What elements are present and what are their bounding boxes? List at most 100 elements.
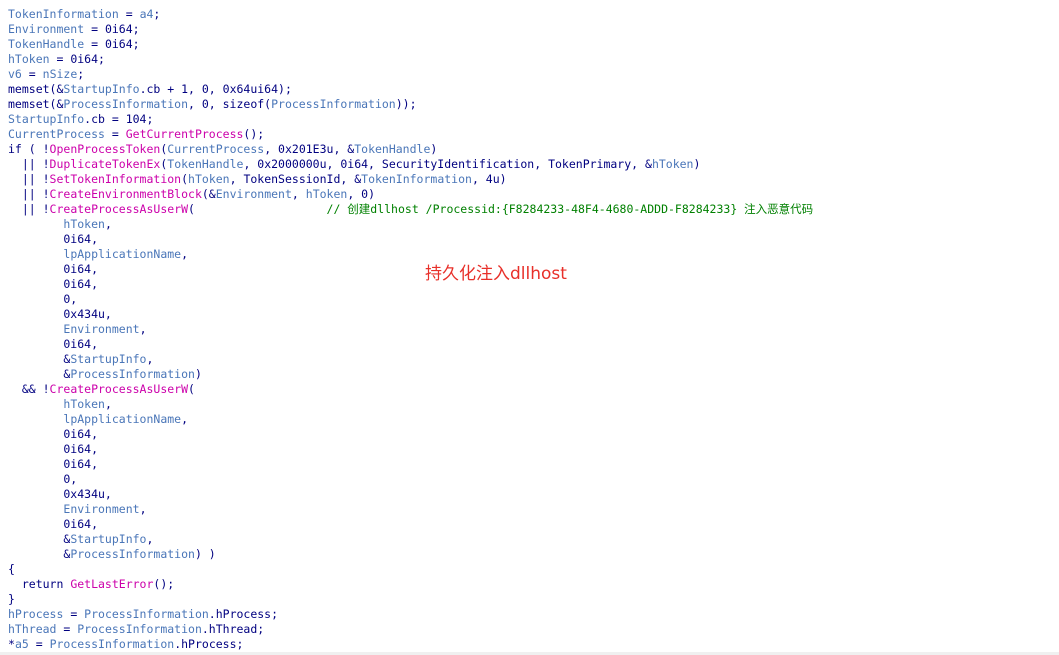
code-token: , (104, 397, 112, 411)
code-token: , TokenSessionId, & (229, 172, 362, 186)
code-line: TokenInformation = a4; (8, 7, 813, 22)
code-token: , (139, 502, 147, 516)
code-identifier: a5 (14, 637, 29, 651)
code-token: , 0) (347, 187, 376, 201)
code-identifier: ProcessInformation (271, 97, 396, 111)
code-token: .hThread; (201, 622, 265, 636)
code-token: 0x434u, (8, 307, 112, 321)
code-line: Environment = 0i64; (8, 22, 813, 37)
code-identifier: hToken (8, 52, 50, 66)
code-line: v6 = nSize; (8, 67, 813, 82)
code-comment: // 创建dllhost /Processid:{F8284233-48F4-4… (326, 202, 814, 216)
code-token: , (181, 412, 189, 426)
code-identifier: ProcessInformation (63, 97, 189, 111)
code-token: ) (194, 367, 202, 381)
code-token: , (139, 322, 147, 336)
code-token: || ! (8, 172, 50, 186)
code-line: 0i64, (8, 517, 813, 532)
code-identifier: hToken (305, 187, 348, 201)
code-token: .hProcess; (174, 637, 244, 651)
code-line: StartupInfo.cb = 104; (8, 112, 813, 127)
code-line: hProcess = ProcessInformation.hProcess; (8, 607, 813, 622)
code-token: 0, (8, 292, 78, 306)
code-token: & (8, 547, 71, 561)
code-identifier: hToken (63, 397, 105, 411)
code-identifier: lpApplicationName (63, 412, 182, 426)
code-token: .cb + 1, 0, 0x64ui64); (139, 82, 292, 96)
code-token: = (63, 607, 85, 621)
code-token: 0i64, (8, 457, 99, 471)
code-function: CreateEnvironmentBlock (49, 187, 202, 201)
code-line: || !SetTokenInformation(hToken, TokenSes… (8, 172, 813, 187)
code-token: 0i64, (8, 517, 99, 531)
code-line: &StartupInfo, (8, 532, 813, 547)
code-line: 0i64, (8, 277, 813, 292)
code-identifier: CurrentProcess (167, 142, 265, 156)
code-token: 0i64, (8, 262, 99, 276)
code-line: &ProcessInformation) (8, 367, 813, 382)
code-token: memset(& (8, 97, 64, 111)
code-function: CreateProcessAsUserW (49, 202, 189, 216)
code-token: || ! (8, 187, 50, 201)
code-function: GetLastError (70, 577, 154, 591)
code-token: || ! (8, 157, 50, 171)
code-line: &StartupInfo, (8, 352, 813, 367)
code-identifier: ProcessInformation (70, 547, 195, 561)
code-token: & (8, 367, 71, 381)
code-line: || !CreateProcessAsUserW( // 创建dllhost /… (8, 202, 813, 217)
code-identifier: Environment (63, 322, 140, 336)
code-line: 0, (8, 472, 813, 487)
code-identifier: TokenHandle (354, 142, 431, 156)
code-token: = (21, 67, 43, 81)
code-token: = (28, 637, 50, 651)
code-token: = (118, 7, 140, 21)
code-line: TokenHandle = 0i64; (8, 37, 813, 52)
code-identifier: TokenInformation (361, 172, 472, 186)
code-line: 0i64, (8, 337, 813, 352)
code-line: 0i64, (8, 427, 813, 442)
code-identifier: ProcessInformation (49, 637, 175, 651)
code-function: OpenProcessToken (49, 142, 161, 156)
code-identifier: StartupInfo (8, 112, 85, 126)
code-identifier: hProcess (8, 607, 64, 621)
code-token: } (8, 592, 15, 606)
code-token: return (8, 577, 71, 591)
code-line: 0x434u, (8, 307, 813, 322)
pseudocode-view[interactable]: TokenInformation = a4; Environment = 0i64… (8, 7, 813, 652)
code-token: = 0i64; (84, 37, 140, 51)
code-token: = (104, 127, 126, 141)
code-token: , (146, 352, 154, 366)
code-identifier: hThread (8, 622, 57, 636)
code-token: .cb = 104; (84, 112, 154, 126)
code-token: && ! (8, 382, 50, 396)
code-token: memset(& (8, 82, 64, 96)
code-identifier: a4 (139, 7, 154, 21)
code-line: hToken, (8, 397, 813, 412)
code-line: if ( !OpenProcessToken(CurrentProcess, 0… (8, 142, 813, 157)
code-line: 0x434u, (8, 487, 813, 502)
code-identifier: TokenHandle (8, 37, 85, 51)
code-line: { (8, 562, 813, 577)
code-token: { (8, 562, 15, 576)
code-identifier: StartupInfo (70, 532, 147, 546)
code-token: ) ) (194, 547, 216, 561)
code-token: & (8, 352, 71, 366)
code-identifier: nSize (42, 67, 78, 81)
code-token: ) (430, 142, 438, 156)
code-line: hToken, (8, 217, 813, 232)
code-token: , 0x201E3u, & (264, 142, 355, 156)
code-identifier: hToken (63, 217, 105, 231)
code-identifier: hToken (188, 172, 230, 186)
code-function: SetTokenInformation (49, 172, 182, 186)
code-line: || !DuplicateTokenEx(TokenHandle, 0x2000… (8, 157, 813, 172)
code-token: 0, (8, 472, 78, 486)
code-line: *a5 = ProcessInformation.hProcess; (8, 637, 813, 652)
code-line: lpApplicationName, (8, 412, 813, 427)
code-token: , 0, sizeof( (188, 97, 272, 111)
code-token: = 0i64; (49, 52, 105, 66)
code-line: lpApplicationName, (8, 247, 813, 262)
code-line: || !CreateEnvironmentBlock(&Environment,… (8, 187, 813, 202)
